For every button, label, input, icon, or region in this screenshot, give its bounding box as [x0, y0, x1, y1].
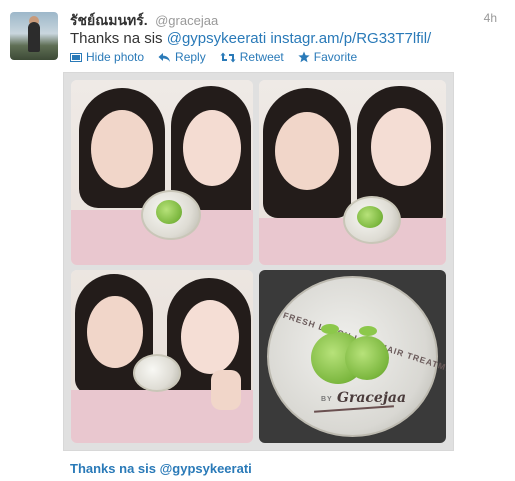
leaf-graphic — [321, 324, 339, 334]
collage-photo-1 — [71, 80, 253, 265]
face-left — [91, 110, 153, 188]
hide-photo-label: Hide photo — [86, 50, 145, 64]
hide-photo-button[interactable]: Hide photo — [70, 50, 144, 64]
thumbs-up-hand — [211, 370, 241, 410]
fullname[interactable]: รัชย์ณมนทร์. — [70, 12, 148, 28]
reply-button[interactable]: Reply — [158, 50, 206, 64]
tweet-actions: Hide photo Reply Retweet Favorite — [70, 50, 357, 64]
avatar[interactable] — [10, 12, 58, 60]
face-right — [183, 110, 241, 186]
jar-by: BY — [321, 396, 333, 403]
jar-brand: Gracejaa — [337, 390, 407, 406]
face-left — [87, 296, 143, 368]
lime-graphic — [156, 200, 182, 224]
collage-photo-3 — [71, 270, 253, 443]
tweet-photo[interactable]: FRESH LEECH LIME HAIR TREATMENT BY Grace… — [63, 72, 454, 451]
favorite-label: Favorite — [313, 50, 358, 64]
collage-photo-4: FRESH LEECH LIME HAIR TREATMENT BY Grace… — [259, 270, 446, 443]
retweet-button[interactable]: Retweet — [220, 50, 284, 64]
lime-graphic — [345, 336, 389, 380]
face-right — [371, 108, 431, 186]
jar — [133, 354, 181, 392]
photo-icon — [70, 52, 82, 63]
avatar-figure — [28, 22, 40, 52]
tweet: รัชย์ณมนทร์. @gracejaa 4h Thanks na sis … — [0, 0, 515, 481]
leaf-graphic — [359, 326, 377, 336]
footer-caption-link[interactable]: Thanks na sis @gypsykeerati — [70, 461, 252, 476]
collage-photo-2 — [259, 80, 446, 265]
favorite-button[interactable]: Favorite — [298, 50, 357, 64]
tweet-header: รัชย์ณมนทร์. @gracejaa 4h — [70, 10, 505, 28]
timestamp[interactable]: 4h — [484, 11, 497, 25]
retweet-label: Retweet — [239, 50, 284, 64]
instagram-link[interactable]: instagr.am/p/RG33T7lfil/ — [270, 30, 431, 47]
star-icon — [298, 51, 310, 63]
face-left — [275, 112, 339, 190]
username[interactable]: @gracejaa — [155, 13, 218, 28]
reply-icon — [158, 52, 171, 63]
photo-collage: FRESH LEECH LIME HAIR TREATMENT BY Grace… — [69, 78, 448, 445]
mention-link[interactable]: @gypsykeerati — [167, 30, 266, 47]
retweet-icon — [220, 52, 236, 63]
tweet-text-prefix: Thanks na sis — [70, 30, 167, 47]
tweet-text: Thanks na sis @gypsykeerati instagr.am/p… — [70, 30, 431, 47]
lime-graphic — [357, 206, 383, 228]
reply-label: Reply — [175, 50, 206, 64]
face-right — [181, 300, 239, 374]
